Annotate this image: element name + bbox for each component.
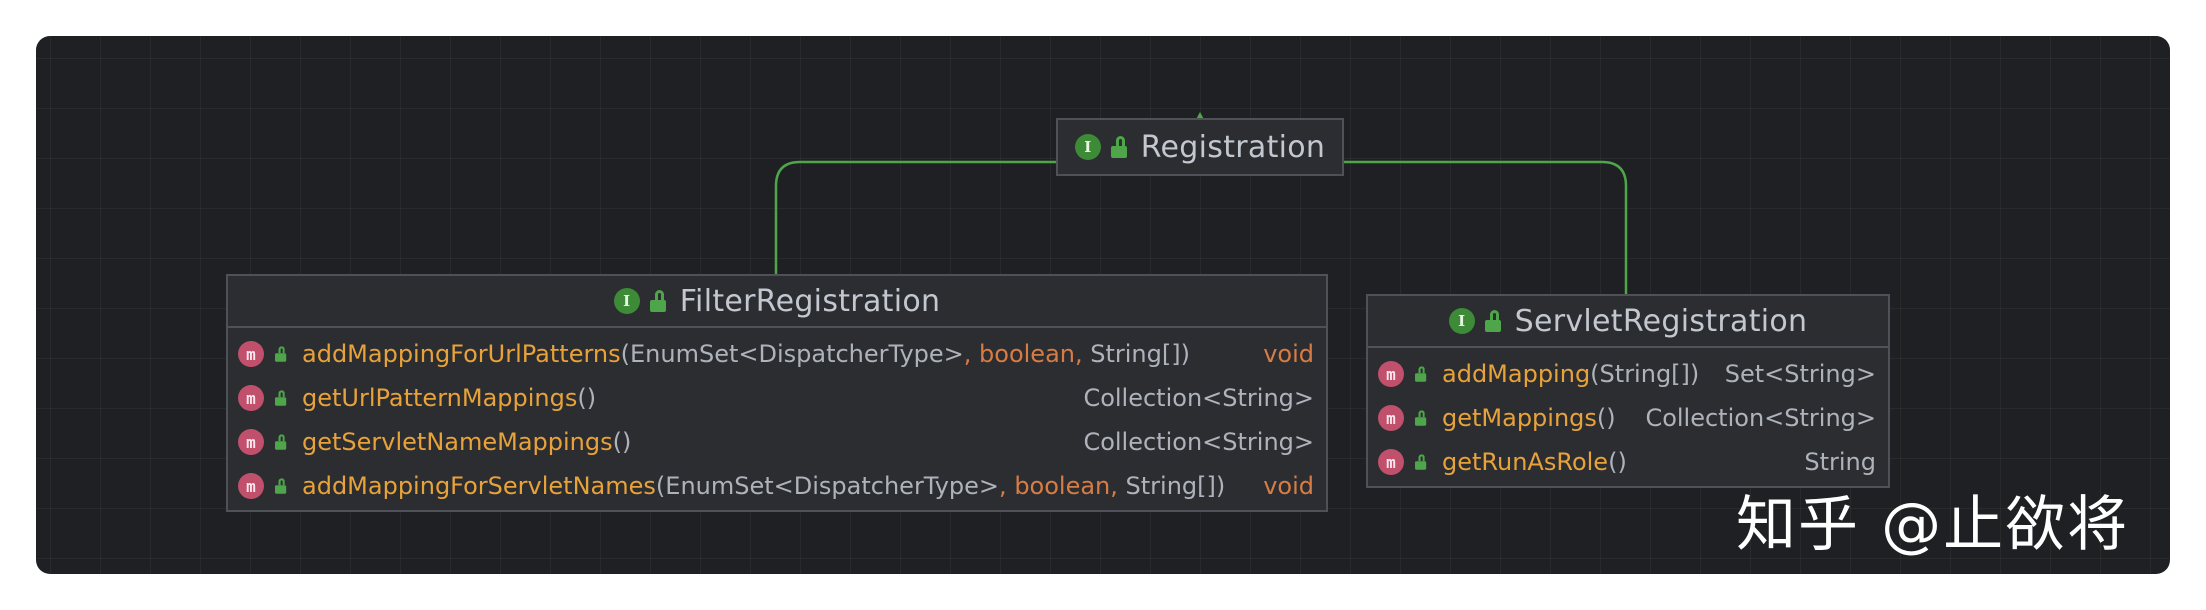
filterregistration-header: I FilterRegistration [228,276,1326,328]
param-part: String[] [1599,360,1690,388]
param-part: , [1074,340,1091,368]
method-params: (EnumSet<DispatcherType>, boolean, Strin… [620,340,1190,368]
param-part: EnumSet<DispatcherType> [630,340,964,368]
method-name: getMappings [1442,404,1597,432]
filterregistration-interface-node[interactable]: I FilterRegistration m addMappingForUrlPa… [226,274,1328,512]
method-row[interactable]: m addMappingForServletNames (EnumSet<Dispa… [228,464,1326,508]
return-type: void [1263,472,1314,500]
method-name: addMapping [1442,360,1591,388]
lock-open-icon [1415,454,1429,470]
method-row[interactable]: m getServletNameMappings() Collection<Stri… [228,420,1326,464]
param-part: String[] [1125,472,1216,500]
lock-shackle [1418,454,1425,462]
lock-open-icon [275,434,289,450]
servletregistration-header: I ServletRegistration [1368,296,1888,348]
method-icon: m [238,473,264,499]
method-row[interactable]: m addMappingForUrlPatterns (EnumSet<Dispat… [228,332,1326,376]
interface-icon: I [613,288,640,314]
lock-open-icon [1415,366,1429,382]
lock-body [1415,373,1427,382]
method-params: () [612,428,632,456]
lock-body [275,441,287,450]
param-part: boolean [1014,472,1111,500]
method-params: () [577,384,597,412]
lock-open-icon [1110,136,1131,158]
lock-body [275,397,287,406]
method-row[interactable]: m getUrlPatternMappings() Collection<Strin… [228,376,1326,420]
param-part: , [999,472,1015,500]
method-name: getServletNameMappings [302,428,613,456]
lock-open-icon [1415,410,1429,426]
interface-icon: I [1448,308,1475,334]
method-icon: m [1378,449,1404,475]
return-type: Collection<String> [1083,384,1314,412]
method-params: (EnumSet<DispatcherType>, boolean, Strin… [655,472,1226,500]
method-icon: m [238,385,264,411]
return-type: Set<String> [1724,360,1876,388]
registration-header: I Registration [1058,120,1342,174]
watermark: 知乎 @止欲将 [1736,490,2130,560]
interface-icon: I [1074,134,1101,160]
method-params: () [1596,404,1616,432]
return-type: void [1263,340,1314,368]
lock-shackle [278,346,285,354]
node-title: ServletRegistration [1514,303,1808,339]
method-name: addMappingForServletNames [302,472,656,500]
node-title: FilterRegistration [679,283,941,319]
method-icon: m [1378,405,1404,431]
lock-open-icon [649,290,670,312]
lock-shackle [1418,410,1425,418]
lock-open-icon [1484,310,1505,332]
lock-open-icon [275,390,289,406]
return-type: Collection<String> [1645,404,1876,432]
method-name: getRunAsRole [1442,448,1609,476]
param-part: , [963,340,980,368]
lock-shackle [278,434,285,442]
method-name: getUrlPatternMappings [302,384,578,412]
lock-body [275,485,287,494]
method-row[interactable]: m addMapping (String[]) Set<String> [1368,352,1888,396]
lock-open-icon [275,346,289,362]
lock-shackle [1418,366,1425,374]
param-part: , [1110,472,1126,500]
lock-body [275,353,287,362]
method-row[interactable]: m getMappings() Collection<String> [1368,396,1888,440]
lock-shackle [278,390,285,398]
return-type: Collection<String> [1083,428,1314,456]
method-list: m addMappingForUrlPatterns (EnumSet<Dispat… [228,328,1326,508]
method-icon: m [238,341,264,367]
diagram-canvas: I Registration I FilterRegistration m add… [36,36,2170,574]
servletregistration-interface-node[interactable]: I ServletRegistration m addMapping (String… [1366,294,1890,488]
method-params: (String[]) [1590,360,1700,388]
method-params: () [1608,448,1627,476]
param-part: EnumSet<DispatcherType> [665,472,1000,500]
return-type: String [1804,448,1876,476]
lock-shackle [278,478,285,486]
method-name: addMappingForUrlPatterns [302,340,621,368]
method-icon: m [1378,361,1404,387]
lock-body [1415,417,1427,426]
lock-body [1415,461,1427,470]
node-title: Registration [1140,129,1326,165]
registration-interface-node[interactable]: I Registration [1056,118,1344,176]
param-part: boolean [979,340,1075,368]
lock-open-icon [275,478,289,494]
method-icon: m [238,429,264,455]
method-list: m addMapping (String[]) Set<String> m getMapp… [1368,348,1888,484]
param-part: String[] [1090,340,1181,368]
